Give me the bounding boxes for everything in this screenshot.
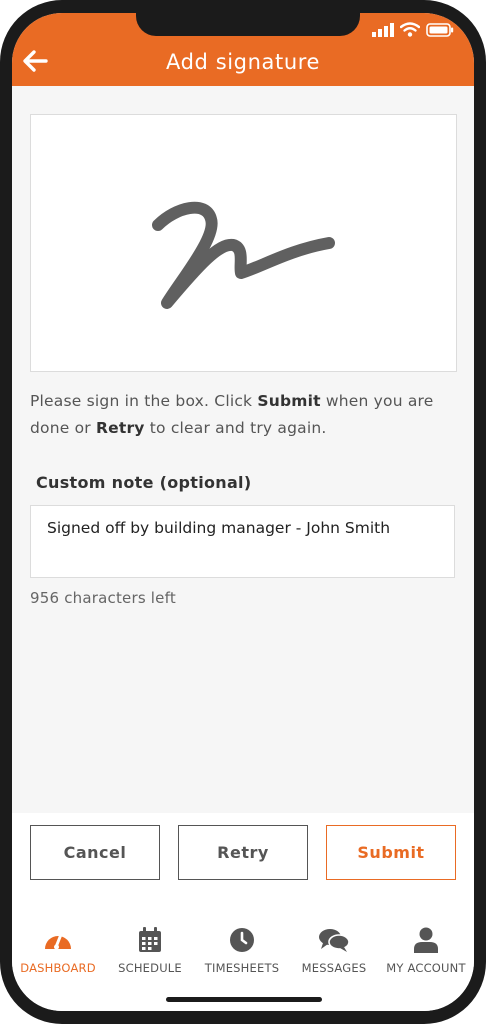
signature-pad[interactable]: [30, 114, 457, 372]
wifi-icon: [400, 22, 420, 37]
signature-stroke: [152, 201, 335, 309]
phone-frame: Add signature Please sign in the box. Cl…: [0, 0, 486, 1024]
status-bar: [372, 22, 454, 37]
submit-button[interactable]: Submit: [326, 825, 456, 880]
instructions-submit-word: Submit: [257, 392, 321, 410]
tab-schedule[interactable]: SCHEDULE: [104, 925, 196, 975]
signal-icon: [372, 22, 394, 37]
page-title: Add signature: [165, 50, 321, 74]
app-header: Add signature: [12, 13, 474, 86]
custom-note-label: Custom note (optional): [36, 473, 252, 492]
tab-label: MESSAGES: [301, 961, 367, 975]
cancel-button[interactable]: Cancel: [30, 825, 160, 880]
signature-instructions: Please sign in the box. Click Submit whe…: [30, 388, 460, 442]
device-notch: [136, 13, 360, 36]
instructions-retry-word: Retry: [96, 419, 145, 437]
characters-left-counter: 956 characters left: [30, 589, 176, 607]
battery-icon: [426, 22, 454, 37]
action-bar: Cancel Retry Submit: [12, 813, 474, 913]
chat-bubbles-icon: [319, 929, 350, 952]
custom-note-input[interactable]: Signed off by building manager - John Sm…: [30, 505, 455, 578]
clock-icon: [230, 928, 254, 952]
screen: Add signature Please sign in the box. Cl…: [12, 13, 474, 1011]
tab-timesheets[interactable]: TIMESHEETS: [196, 925, 288, 975]
tab-messages[interactable]: MESSAGES: [288, 925, 380, 975]
tab-label: TIMESHEETS: [204, 961, 280, 975]
tab-label: DASHBOARD: [20, 961, 96, 975]
retry-button[interactable]: Retry: [178, 825, 308, 880]
person-icon: [414, 927, 438, 953]
tab-my-account[interactable]: MY ACCOUNT: [380, 925, 472, 975]
instructions-text-1: Please sign in the box. Click: [30, 392, 258, 410]
calendar-icon: [139, 927, 161, 952]
tab-label: MY ACCOUNT: [386, 961, 466, 975]
tab-dashboard[interactable]: DASHBOARD: [12, 925, 104, 975]
home-indicator[interactable]: [166, 997, 322, 1002]
dashboard-gauge-icon: [45, 930, 71, 950]
tab-label: SCHEDULE: [118, 961, 182, 975]
instructions-text-3: to clear and try again.: [144, 419, 327, 437]
